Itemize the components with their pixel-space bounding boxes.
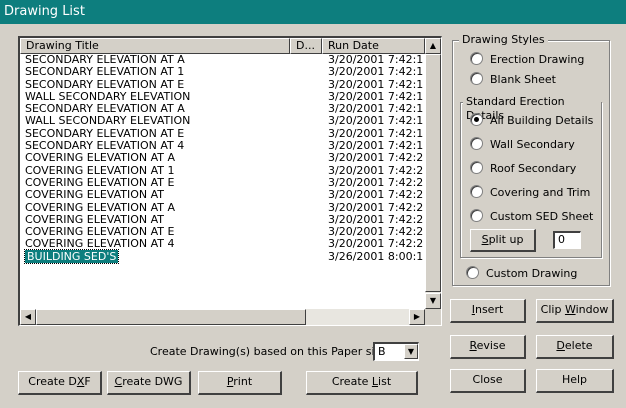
run-date-cell: 3/20/2001 7:42:2 — [328, 152, 424, 165]
sed-option-all-building-details[interactable]: All Building Details — [470, 113, 593, 127]
scroll-right-arrow-icon[interactable]: ▶ — [409, 309, 425, 325]
paper-size-label: Create Drawing(s) based on this Paper si… — [150, 345, 388, 358]
run-date-cell: 3/20/2001 7:42:1 — [328, 54, 424, 66]
run-date-cell: 3/20/2001 7:42:2 — [328, 176, 424, 189]
radio-button-selected-icon — [470, 113, 483, 126]
radio-button-icon — [466, 266, 479, 279]
revise-button[interactable]: Revise — [450, 335, 526, 359]
list-header: Drawing Title D... Run Date — [20, 38, 425, 54]
create-list-button[interactable]: Create List — [306, 371, 418, 395]
run-date-cell: 3/26/2001 8:00:1 — [328, 250, 424, 263]
sed-option-covering-and-trim[interactable]: Covering and Trim — [470, 185, 590, 199]
erection-drawing-radio[interactable]: Erection Drawing — [470, 52, 584, 66]
clip-window-button[interactable]: Clip Window — [536, 299, 614, 323]
paper-size-select[interactable]: B ▼ — [373, 342, 419, 361]
radio-button-icon — [470, 209, 483, 222]
close-button[interactable]: Close — [450, 369, 526, 393]
radio-button-icon — [470, 52, 483, 65]
help-button[interactable]: Help — [536, 369, 614, 393]
table-row[interactable]: COVERING ELEVATION AT 4 3/20/2001 7:42:2 — [20, 238, 425, 250]
run-date-cell: 3/20/2001 7:42:1 — [328, 115, 424, 128]
radio-button-icon — [470, 72, 483, 85]
run-date-cell: 3/20/2001 7:42:1 — [328, 66, 424, 79]
run-date-cell: 3/20/2001 7:42:2 — [328, 201, 424, 214]
drawing-title-cell: COVERING ELEVATION AT 4 — [25, 237, 175, 251]
sed-option-wall-secondary[interactable]: Wall Secondary — [470, 137, 575, 151]
vertical-scroll-thumb[interactable] — [425, 54, 441, 292]
window-title-bar[interactable]: Drawing List — [0, 0, 626, 24]
sed-option-roof-secondary[interactable]: Roof Secondary — [470, 161, 576, 175]
scroll-down-arrow-icon[interactable]: ▼ — [425, 293, 441, 309]
sed-option-custom-sed-sheet[interactable]: Custom SED Sheet — [470, 209, 593, 223]
horizontal-scroll-thumb[interactable] — [36, 309, 306, 325]
drawing-title-cell: BUILDING SED'S — [23, 248, 120, 264]
vertical-scrollbar[interactable]: ▲ ▼ — [425, 38, 441, 309]
run-date-cell: 3/20/2001 7:42:2 — [328, 226, 424, 239]
list-rows: SECONDARY ELEVATION AT A 3/20/2001 7:42:1… — [20, 53, 425, 264]
run-date-cell: 3/20/2001 7:42:2 — [328, 189, 424, 202]
blank-sheet-radio[interactable]: Blank Sheet — [470, 72, 556, 86]
drawing-list-window: Drawing List Drawing Title D... Run Date… — [0, 0, 626, 408]
scroll-left-arrow-icon[interactable]: ◀ — [20, 309, 36, 325]
create-dwg-button[interactable]: Create DWG — [107, 371, 191, 395]
run-date-cell: 3/20/2001 7:42:1 — [328, 127, 424, 140]
radio-button-icon — [470, 161, 483, 174]
run-date-cell: 3/20/2001 7:42:1 — [328, 78, 424, 91]
create-dxf-button[interactable]: Create DXF — [18, 371, 102, 395]
column-header-run-date[interactable]: Run Date — [322, 38, 425, 54]
dropdown-arrow-icon[interactable]: ▼ — [404, 344, 418, 359]
split-up-button[interactable]: Split up — [470, 229, 536, 252]
split-up-count-input[interactable]: 0 — [553, 231, 581, 249]
run-date-cell: 3/20/2001 7:42:2 — [328, 164, 424, 177]
window-title: Drawing List — [4, 4, 85, 19]
horizontal-scrollbar[interactable]: ◀ ▶ — [20, 309, 425, 325]
insert-button[interactable]: Insert — [450, 299, 526, 323]
run-date-cell: 3/20/2001 7:42:1 — [328, 140, 424, 153]
delete-button[interactable]: Delete — [536, 335, 614, 359]
table-row[interactable]: BUILDING SED'S 3/26/2001 8:00:1 — [20, 248, 425, 264]
run-date-cell: 3/20/2001 7:42:2 — [328, 213, 424, 226]
radio-button-icon — [470, 185, 483, 198]
print-button[interactable]: Print — [198, 371, 282, 395]
drawing-list-view[interactable]: Drawing Title D... Run Date SECONDARY EL… — [18, 36, 442, 326]
drawing-styles-legend: Drawing Styles — [459, 33, 548, 47]
run-date-cell: 3/20/2001 7:42:1 — [328, 90, 424, 103]
column-header-drawing-title[interactable]: Drawing Title — [20, 38, 290, 54]
paper-size-value: B — [378, 345, 386, 358]
scroll-up-arrow-icon[interactable]: ▲ — [425, 38, 441, 54]
run-date-cell: 3/20/2001 7:42:2 — [328, 238, 424, 251]
run-date-cell: 3/20/2001 7:42:1 — [328, 103, 424, 116]
column-header-d[interactable]: D... — [290, 38, 322, 54]
custom-drawing-radio[interactable]: Custom Drawing — [466, 266, 577, 280]
radio-button-icon — [470, 137, 483, 150]
scrollbar-corner — [425, 309, 441, 325]
